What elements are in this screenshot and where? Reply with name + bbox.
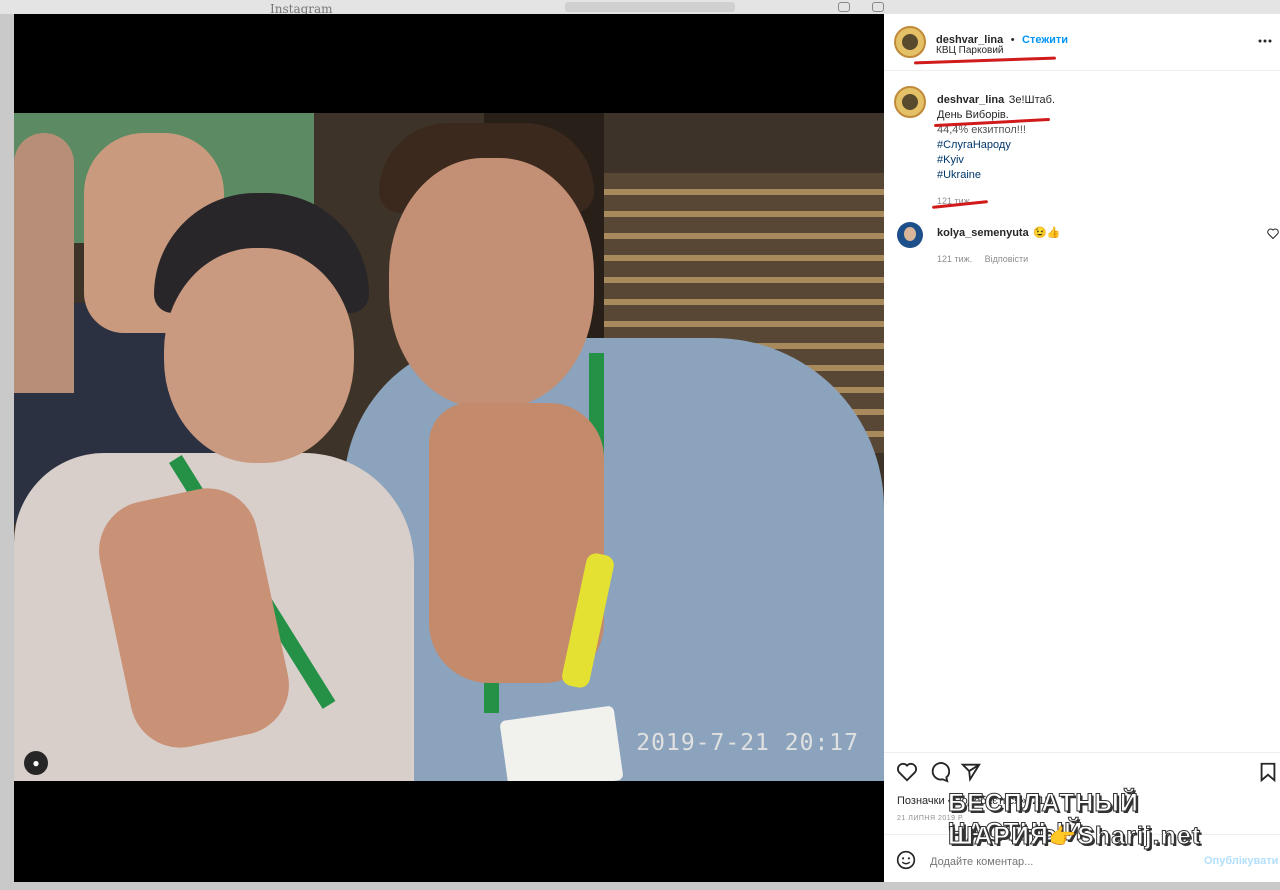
photo-man-face	[389, 158, 594, 408]
author-avatar[interactable]	[894, 26, 926, 58]
photo-datestamp: 2019-7-21 20:17	[636, 730, 859, 756]
caption-line: Зе!Штаб.	[1008, 94, 1056, 106]
heart-icon[interactable]	[896, 761, 918, 783]
instagram-top-nav: Instagram	[0, 0, 1280, 16]
post-comment-button[interactable]: Опублікувати	[1204, 855, 1278, 867]
actions-divider	[884, 752, 1280, 753]
pointing-hand-icon: 👉	[1048, 824, 1078, 849]
header-divider	[884, 70, 1280, 71]
search-bar[interactable]	[565, 2, 735, 12]
share-icon[interactable]	[960, 761, 982, 783]
comment-row: kolya_semenyuta 😉👍	[937, 223, 1061, 241]
post-location[interactable]: КВЦ Парковий	[936, 45, 1004, 56]
post-image-panel: 2019-7-21 20:17 ●	[14, 14, 884, 882]
hashtag-link[interactable]: #СлугаНароду	[937, 138, 1267, 153]
caption-block: deshvar_lina Зе!Штаб. День Виборів. 44,4…	[937, 91, 1267, 209]
follow-button[interactable]: Стежити	[1022, 34, 1068, 46]
commenter-avatar[interactable]	[897, 222, 923, 248]
comment-icon[interactable]	[928, 761, 950, 783]
reply-button[interactable]: Відповісти	[985, 254, 1029, 264]
tagged-user-icon[interactable]: ●	[24, 751, 48, 775]
caption-username[interactable]: deshvar_lina	[937, 94, 1004, 106]
photo-woman-face	[164, 248, 354, 463]
watermark-line2: ШАРИЯ👉Sharij.net	[948, 822, 1201, 851]
comment-input[interactable]	[928, 852, 1192, 872]
hashtag-link[interactable]: #Kyiv	[937, 153, 1267, 168]
comment-time[interactable]: 121 тиж.	[937, 254, 972, 264]
hashtag-link[interactable]: #Ukraine	[937, 168, 1267, 183]
bookmark-icon[interactable]	[1257, 761, 1279, 783]
more-dots-icon[interactable]	[1258, 38, 1272, 44]
comment-like-icon[interactable]	[1267, 228, 1279, 239]
photo-bg-person	[14, 133, 74, 393]
home-icon[interactable]	[838, 2, 850, 12]
watermark-site: Sharij.net	[1077, 822, 1202, 851]
direct-icon[interactable]	[872, 2, 884, 12]
comment-meta: 121 тиж. Відповісти	[937, 249, 1028, 267]
annotation-underline	[913, 56, 1057, 65]
emoji-icon[interactable]	[896, 850, 916, 870]
post-photo[interactable]: 2019-7-21 20:17	[14, 113, 884, 781]
caption-line: 44,4% екзитпол!!!	[937, 124, 1026, 136]
commenter-username[interactable]: kolya_semenyuta	[937, 227, 1029, 239]
caption-avatar[interactable]	[894, 86, 926, 118]
post-sidebar: deshvar_lina • Стежити КВЦ Парковий desh…	[884, 14, 1280, 882]
comment-text: 😉👍	[1033, 227, 1061, 239]
header-separator: •	[1010, 34, 1015, 46]
watermark-text: ШАРИЯ	[948, 822, 1049, 851]
